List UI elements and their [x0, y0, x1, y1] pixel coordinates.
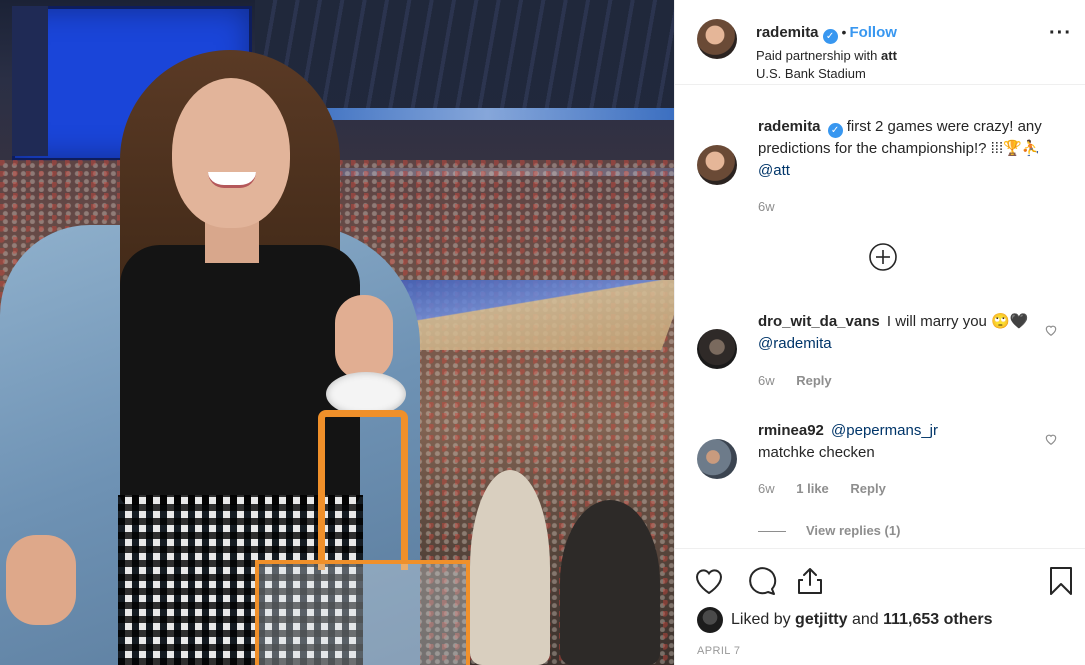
verified-badge-icon: ✓ — [827, 123, 843, 138]
caption-meta: 6w — [758, 199, 793, 214]
post-sidebar: rademita ✓ • Follow Paid partnership with a… — [674, 0, 1085, 665]
caption-age[interactable]: 6w — [758, 199, 775, 214]
view-replies-label: View replies (1) — [806, 523, 901, 538]
plus-circle-icon[interactable] — [868, 242, 898, 272]
spectator — [470, 470, 550, 665]
partnership-label: Paid partnership with — [756, 48, 878, 63]
caption-mention[interactable]: @att — [758, 162, 790, 179]
heart-icon[interactable] — [1044, 432, 1058, 446]
bag-strap — [318, 410, 408, 570]
comment-mention[interactable]: @pepermans_jr — [831, 422, 938, 439]
heart-icon[interactable] — [1044, 323, 1058, 337]
liked-by-label: Liked by — [731, 611, 791, 628]
post-header: rademita ✓ • Follow Paid partnership with a… — [675, 0, 1085, 85]
caption-avatar[interactable] — [697, 145, 737, 185]
comment-body: I will marry you 🙄🖤 — [886, 313, 1029, 330]
post-date[interactable]: APRIL 7 — [697, 645, 740, 657]
partner-link[interactable]: att — [881, 48, 897, 63]
comment-body: matchke checken — [758, 444, 875, 461]
post-photo[interactable] — [0, 0, 674, 665]
likes-count[interactable]: 111,653 others — [883, 611, 992, 628]
commenter-username[interactable]: rminea92 — [758, 422, 824, 439]
liker-avatar[interactable] — [697, 607, 723, 633]
left-hand — [6, 535, 76, 625]
author-avatar[interactable] — [697, 19, 737, 59]
comment-icon[interactable] — [745, 565, 777, 597]
caption-username[interactable]: rademita — [758, 118, 821, 135]
comment-meta: 6w 1 like Reply — [758, 481, 904, 496]
caption-text: rademita ✓ first 2 games were crazy! any … — [758, 116, 1058, 182]
paid-partnership: Paid partnership with att — [756, 48, 897, 63]
comment-text: rminea92 @pepermans_jr matchke checken — [758, 420, 1058, 464]
heart-icon[interactable] — [693, 565, 725, 597]
comment-text: dro_wit_da_vans I will marry you 🙄🖤 @rad… — [758, 311, 1058, 355]
view-replies-button[interactable]: View replies (1) — [758, 523, 900, 538]
likes-and: and — [851, 611, 879, 628]
scoreboard-side-panel — [12, 6, 48, 156]
replies-divider-line — [758, 531, 786, 533]
reply-button[interactable]: Reply — [796, 373, 831, 388]
comment-like-count[interactable]: 1 like — [796, 481, 829, 496]
bookmark-icon[interactable] — [1045, 565, 1077, 597]
share-icon[interactable] — [794, 565, 826, 597]
commenter-username[interactable]: dro_wit_da_vans — [758, 313, 880, 330]
location-link[interactable]: U.S. Bank Stadium — [756, 66, 866, 81]
liker-username[interactable]: getjitty — [795, 611, 847, 628]
woman-face — [172, 78, 290, 228]
verified-badge-icon: ✓ — [822, 29, 838, 44]
arena-ribbon-board — [300, 108, 674, 120]
post-actions: Liked by getjitty and 111,653 others APR… — [675, 548, 1085, 665]
comment-age[interactable]: 6w — [758, 481, 775, 496]
author-row: rademita ✓ • Follow — [756, 24, 897, 44]
commenter-avatar[interactable] — [697, 329, 737, 369]
author-username[interactable]: rademita — [756, 24, 819, 41]
comment-mention[interactable]: @rademita — [758, 335, 832, 352]
raised-hand — [335, 295, 393, 380]
separator-dot: • — [841, 24, 847, 40]
clear-tote-bag — [255, 560, 470, 665]
comment-age[interactable]: 6w — [758, 373, 775, 388]
reply-button[interactable]: Reply — [850, 481, 885, 496]
comment-meta: 6w Reply — [758, 373, 850, 388]
commenter-avatar[interactable] — [697, 439, 737, 479]
follow-button[interactable]: Follow — [849, 24, 897, 41]
spectator — [560, 500, 660, 665]
more-options-icon[interactable]: ··· — [1049, 23, 1072, 43]
likes-summary: Liked by getjitty and 111,653 others — [731, 611, 993, 629]
